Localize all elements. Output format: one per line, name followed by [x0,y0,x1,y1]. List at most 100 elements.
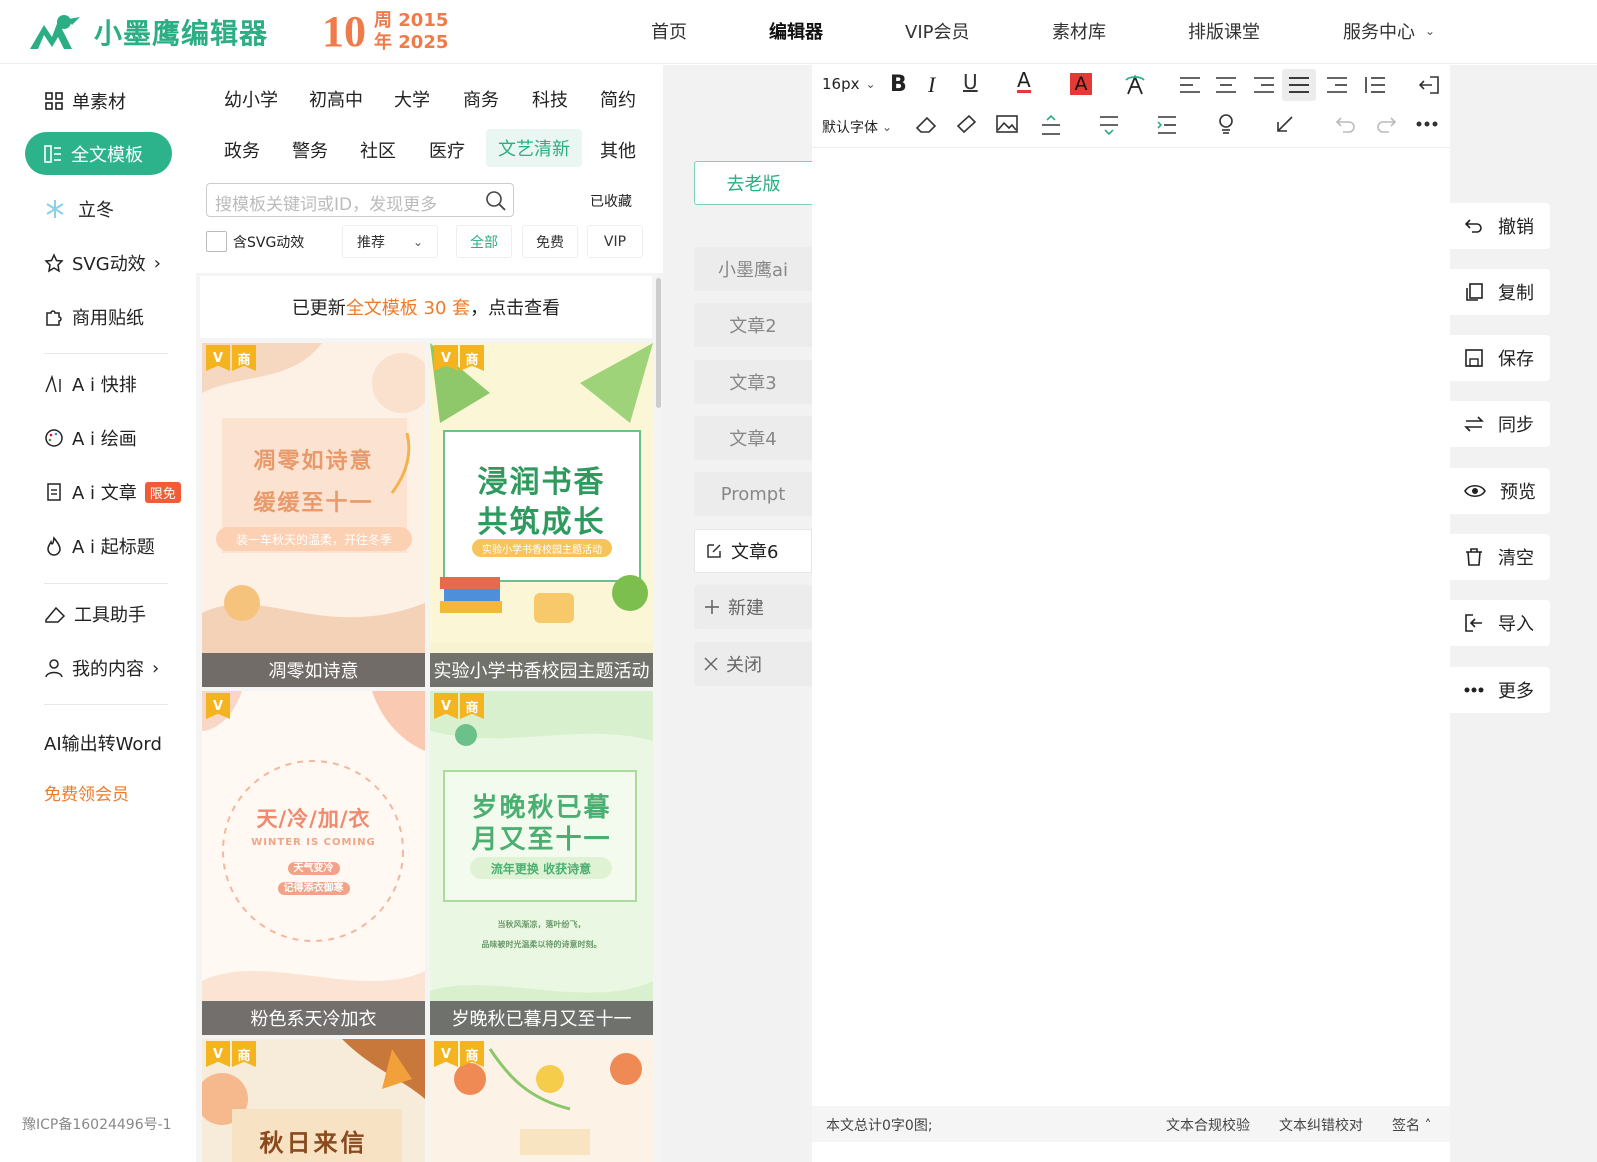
svg-filter-checkbox[interactable]: 含SVG动效 [206,231,304,252]
nav-vip[interactable]: VIP会员 [905,18,969,44]
nav-service[interactable]: 服务中心 ⌄ [1343,18,1435,44]
font-family-select[interactable]: 默认字体 ⌄ [822,117,892,137]
undo-icon[interactable] [1335,114,1357,134]
nav-home[interactable]: 首页 [651,18,687,44]
search-icon[interactable] [485,190,507,212]
import-button[interactable]: 导入 [1450,600,1550,646]
compliance-check[interactable]: 文本合规校验 [1166,1115,1250,1135]
category-tab[interactable]: 警务 [292,137,328,163]
save-button[interactable]: 保存 [1450,335,1550,381]
category-tab[interactable]: 社区 [360,137,396,163]
bold-button[interactable]: B [890,72,907,97]
sidebar-item-svg[interactable]: SVG动效 › [44,250,161,276]
template-card[interactable]: 天/冷/加/衣 WINTER IS COMING 天气变冷 记得添衣御寒 V 粉… [202,691,425,1035]
free-vip-link[interactable]: 免费领会员 [44,780,129,805]
category-tab[interactable]: 大学 [394,86,430,112]
scrollbar[interactable] [656,278,661,408]
underline-button[interactable]: U [963,70,978,94]
filter-all[interactable]: 全部 [456,225,512,258]
new-doc-button[interactable]: 新建 [694,585,812,629]
sidebar-item-ai-draw[interactable]: A i 绘画 [44,425,137,451]
category-tab[interactable]: 简约 [600,86,636,112]
sidebar-item-stickers[interactable]: 商用贴纸 [44,304,144,330]
format-brush-icon[interactable] [955,114,977,134]
font-color-button[interactable]: A [1017,70,1031,93]
copy-button[interactable]: 复制 [1450,269,1550,315]
nav-vip-label: VIP会员 [905,22,970,43]
favorites-link[interactable]: 已收藏 [590,191,632,211]
nav-editor[interactable]: 编辑器 [769,18,823,44]
old-version-button[interactable]: 去老版 [694,161,812,205]
card-body-text: 天气变冷 [287,862,340,875]
arrow-icon[interactable] [1275,114,1295,134]
template-card[interactable]: 浸润书香 共筑成长 实验小学书香校园主题活动 V商 实验小学书香校园主题活动 [430,343,653,687]
nav-course[interactable]: 排版课堂 [1188,18,1260,44]
category-tab-active[interactable]: 文艺清新 [486,129,582,167]
spacing-icon[interactable] [1040,114,1062,136]
sidebar-item-single-material[interactable]: 单素材 [44,88,126,114]
nav-library[interactable]: 素材库 [1052,18,1106,44]
sidebar-item-ai-word[interactable]: AI输出转Word [44,730,162,756]
signature-toggle[interactable]: 签名 ˄ [1392,1115,1431,1135]
sidebar-item-lidong[interactable]: 立冬 [44,196,114,222]
sidebar-item-ai-title[interactable]: A i 起标题 [44,533,155,559]
editor-canvas[interactable] [812,65,1450,1162]
preview-button[interactable]: 预览 [1450,468,1550,514]
proofread-check[interactable]: 文本纠错校对 [1279,1115,1363,1135]
category-tab[interactable]: 科技 [532,86,568,112]
clear-button[interactable]: 清空 [1450,534,1550,580]
export-icon[interactable] [1418,75,1440,95]
sidebar-item-full-template[interactable]: 全文模板 [25,132,172,175]
sort-select[interactable]: 推荐 ⌄ [342,225,438,258]
template-card[interactable]: V商 [430,1039,653,1162]
sidebar-item-ai-article[interactable]: A i 文章 限免 [44,479,181,505]
update-notice[interactable]: 已更新 全文模板 30 套 ，点击查看 [200,276,652,338]
search-input[interactable]: 搜模板关键词或ID，发现更多 [206,183,514,217]
category-tab[interactable]: 初高中 [309,86,363,112]
filter-free[interactable]: 免费 [522,225,578,258]
ai-icon [45,374,61,393]
redo-icon[interactable] [1375,114,1397,134]
checkbox[interactable] [206,231,227,252]
doc-tab[interactable]: Prompt [694,472,812,516]
logo[interactable]: 小墨鹰编辑器 [28,12,268,52]
eraser-icon[interactable] [915,114,937,134]
template-card[interactable]: 秋日来信 V商 [202,1039,425,1162]
sync-button[interactable]: 同步 [1450,401,1550,447]
sidebar-item-my-content[interactable]: 我的内容 › [44,655,159,681]
close-doc-button[interactable]: 关闭 [694,642,812,686]
filter-vip[interactable]: VIP [587,225,643,258]
image-icon[interactable] [996,114,1018,134]
lightbulb-icon[interactable] [1216,113,1236,135]
doc-tab-current[interactable]: 文章6 [694,529,812,573]
category-tab[interactable]: 其他 [600,137,636,163]
doc-tab[interactable]: 文章4 [694,416,812,460]
doc-tab[interactable]: 文章2 [694,303,812,347]
icp-text[interactable]: 豫ICP备16024496号-1 [22,1114,172,1134]
sidebar-item-ai-layout[interactable]: A i 快排 [44,371,137,397]
align-right-icon[interactable] [1254,76,1274,94]
template-card[interactable]: 凋零如诗意 缓缓至十一 装一车秋天的温柔，开往冬季 V商 凋零如诗意 [202,343,425,687]
indent-icon[interactable] [1327,76,1347,94]
justify-button[interactable] [1282,69,1316,101]
indent-both-icon[interactable] [1156,114,1178,136]
italic-button[interactable]: I [928,72,935,98]
line-height-icon[interactable] [1363,76,1385,94]
undo-button[interactable]: 撤销 [1450,203,1550,249]
category-tab[interactable]: 幼小学 [224,86,278,112]
template-card[interactable]: 岁晚秋已暮 月又至十一 流年更换 收获诗意 当秋风渐凉，落叶纷飞， 品味被时光温… [430,691,653,1035]
align-center-icon[interactable] [1216,76,1236,94]
doc-tab[interactable]: 小墨鹰ai [694,247,812,291]
text-effect-icon[interactable] [1124,74,1146,96]
category-tab[interactable]: 商务 [463,86,499,112]
category-tab[interactable]: 政务 [224,137,260,163]
doc-tab[interactable]: 文章3 [694,360,812,404]
category-tab[interactable]: 医疗 [429,137,465,163]
highlight-color-button[interactable]: A [1070,73,1092,95]
sidebar-item-tools[interactable]: 工具助手 [44,601,146,627]
font-size-select[interactable]: 16px ⌄ [822,75,876,93]
align-left-icon[interactable] [1180,76,1200,94]
more-button[interactable]: 更多 [1450,667,1550,713]
paragraph-spacing-icon[interactable] [1098,114,1120,136]
more-icon[interactable] [1416,120,1438,128]
